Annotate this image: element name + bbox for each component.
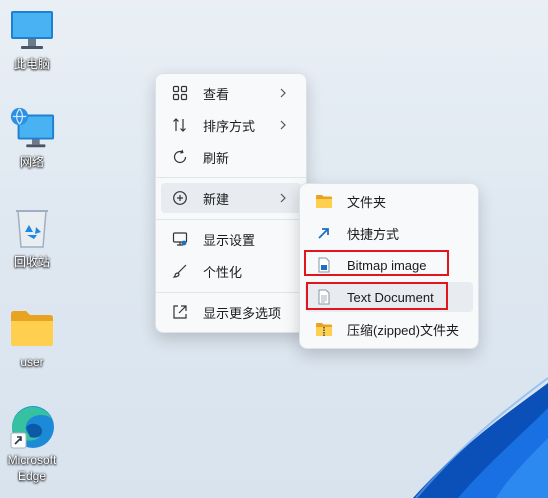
menu-item-label: 排序方式 [203,118,256,134]
menu-item-label: 显示设置 [203,232,256,248]
submenu-item-shortcut[interactable]: 快捷方式 [305,218,473,248]
more-options-icon [170,302,190,322]
menu-item-personalize[interactable]: 个性化 [161,256,301,286]
folder-icon [314,191,334,211]
menu-item-view[interactable]: 查看 [161,78,301,108]
network-icon [8,104,56,152]
desktop-icon-label: 此电脑 [13,57,50,71]
recycle-bin-icon [8,204,56,252]
computer-icon [8,6,56,54]
menu-separator [156,292,306,293]
menu-item-refresh[interactable]: 刷新 [161,142,301,172]
grid-view-icon [170,83,190,103]
submenu-item-zip-folder[interactable]: 压缩(zipped)文件夹 [305,314,473,344]
display-settings-icon [170,229,190,249]
wallpaper-bloom [413,377,548,498]
folder-icon [8,304,56,352]
desktop-icon-label: 回收站 [13,255,50,269]
menu-item-label: 个性化 [203,264,243,280]
submenu-item-folder[interactable]: 文件夹 [305,186,473,216]
highlight-box-bitmap [304,250,449,276]
menu-item-new[interactable]: 新建 [161,183,301,213]
edge-icon [8,402,56,450]
desktop-icon-edge[interactable]: Microsoft Edge [0,402,64,484]
brush-icon [170,261,190,281]
refresh-icon [170,147,190,167]
menu-item-display-settings[interactable]: 显示设置 [161,224,301,254]
menu-item-label: 新建 [203,191,230,207]
desktop-icon-label: 网络 [19,155,44,169]
menu-item-label: 文件夹 [347,194,387,210]
menu-item-label: 显示更多选项 [203,305,282,321]
desktop-context-menu: 查看 排序方式 刷新 新建 显示设置 个性化 显示更多选项 [155,73,307,333]
chevron-right-icon [280,193,286,203]
new-plus-icon [170,188,190,208]
desktop-icon-user-folder[interactable]: user [0,304,64,370]
chevron-right-icon [280,88,286,98]
sort-icon [170,115,190,135]
desktop-icon-network[interactable]: 网络 [0,104,64,170]
menu-item-label: 快捷方式 [347,226,400,242]
desktop-icon-this-pc[interactable]: 此电脑 [0,6,64,72]
chevron-right-icon [280,120,286,130]
desktop-icon-label: user [20,355,44,369]
menu-item-label: 刷新 [203,150,230,166]
zip-folder-icon [314,319,334,339]
desktop[interactable]: 此电脑 网络 回收站 user Microsoft Edge 查看 排序方式 刷… [0,0,548,498]
menu-item-label: 查看 [203,86,230,102]
desktop-icon-label: Edge [17,469,47,483]
menu-item-sort-by[interactable]: 排序方式 [161,110,301,140]
desktop-icon-label: Microsoft [7,453,57,467]
menu-separator [156,177,306,178]
shortcut-icon [314,223,334,243]
highlight-box-text-document [306,282,448,310]
menu-item-show-more-options[interactable]: 显示更多选项 [161,297,301,327]
menu-separator [156,219,306,220]
desktop-icon-recycle-bin[interactable]: 回收站 [0,204,64,270]
menu-item-label: 压缩(zipped)文件夹 [347,322,459,338]
